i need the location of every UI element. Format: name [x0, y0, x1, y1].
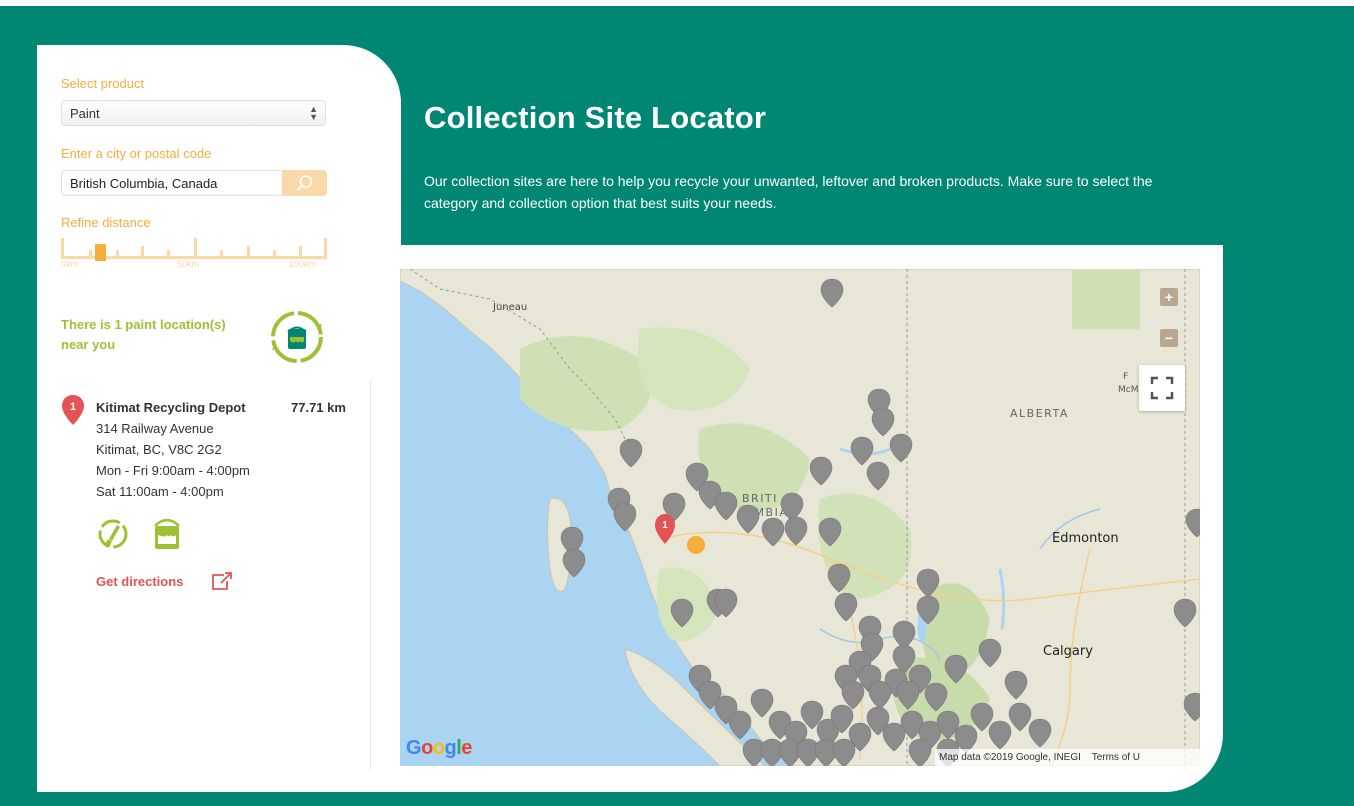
- pin-layer: 1: [560, 278, 1200, 766]
- location-address-line1: 314 Railway Avenue: [96, 421, 214, 436]
- fullscreen-icon: [1150, 376, 1174, 400]
- zoom-out-button[interactable]: −: [1160, 329, 1178, 347]
- slider-tick: [247, 246, 250, 258]
- map-data-credit: Map data ©2019 Google, INEGI: [939, 752, 1081, 763]
- page-title: Collection Site Locator: [424, 100, 767, 135]
- panel-divider: [370, 380, 371, 770]
- zoom-in-button[interactable]: +: [1160, 288, 1178, 306]
- top-border: [0, 0, 1354, 6]
- paint-can-badge-icon: [271, 311, 323, 363]
- slider-tick: [324, 238, 327, 258]
- product-select-value: Paint: [70, 106, 100, 121]
- slider-handle[interactable]: [95, 244, 106, 261]
- search-button[interactable]: [282, 170, 327, 196]
- search-icon: [297, 175, 313, 191]
- brush-recycle-icon: [98, 519, 128, 549]
- slider-tick: [61, 238, 64, 258]
- slider-tick-label: 0km: [61, 259, 79, 269]
- external-link-icon[interactable]: [211, 571, 233, 591]
- map-viewport[interactable]: Juneau ALBERTA BRITI UMBIA Edmonton Calg…: [400, 269, 1200, 766]
- selected-pin-number: 1: [662, 520, 668, 531]
- slider-tick: [116, 250, 119, 258]
- city-input[interactable]: British Columbia, Canada: [61, 170, 283, 196]
- search-center-marker: [687, 536, 705, 554]
- result-count-text: There is 1 paint location(s) near you: [61, 317, 226, 352]
- map-attribution: Map data ©2019 Google, INEGI Terms of U: [935, 749, 1200, 766]
- selected-location-pin[interactable]: 1: [655, 514, 675, 544]
- city-label: Enter a city or postal code: [61, 146, 212, 161]
- terms-link[interactable]: Terms of U: [1092, 752, 1140, 763]
- fullscreen-button[interactable]: [1139, 365, 1185, 411]
- paint-can-icon: [154, 518, 180, 549]
- slider-tick: [220, 250, 223, 258]
- slider-tick: [89, 250, 92, 258]
- select-product-label: Select product: [61, 76, 145, 91]
- refine-distance-label: Refine distance: [61, 215, 151, 230]
- google-logo: Google: [406, 737, 472, 759]
- slider-tick: [167, 250, 170, 258]
- slider-tick: [273, 250, 276, 258]
- location-address-line2: Kitimat, BC, V8C 2G2: [96, 442, 222, 457]
- slider-tick: [299, 246, 302, 258]
- location-hours-saturday: Sat 11:00am - 4:00pm: [96, 484, 224, 499]
- select-arrows-icon: ▲ ▼: [309, 104, 318, 122]
- location-distance: 77.71 km: [291, 400, 346, 415]
- location-hours-weekday: Mon - Fri 9:00am - 4:00pm: [96, 463, 250, 478]
- location-pin-icon[interactable]: 1: [62, 395, 84, 425]
- slider-tick: [194, 238, 197, 258]
- get-directions-link[interactable]: Get directions: [96, 574, 183, 589]
- distance-slider[interactable]: 0km 50km 100km: [61, 236, 327, 272]
- slider-tick-label: 50km: [177, 259, 200, 269]
- location-name: Kitimat Recycling Depot: [96, 400, 246, 415]
- location-pin-number: 1: [70, 401, 76, 413]
- slider-tick: [141, 246, 144, 258]
- page-description: Our collection sites are here to help yo…: [424, 173, 1153, 211]
- slider-tick-label: 100km: [289, 259, 317, 269]
- product-select[interactable]: Paint ▲ ▼: [61, 100, 326, 126]
